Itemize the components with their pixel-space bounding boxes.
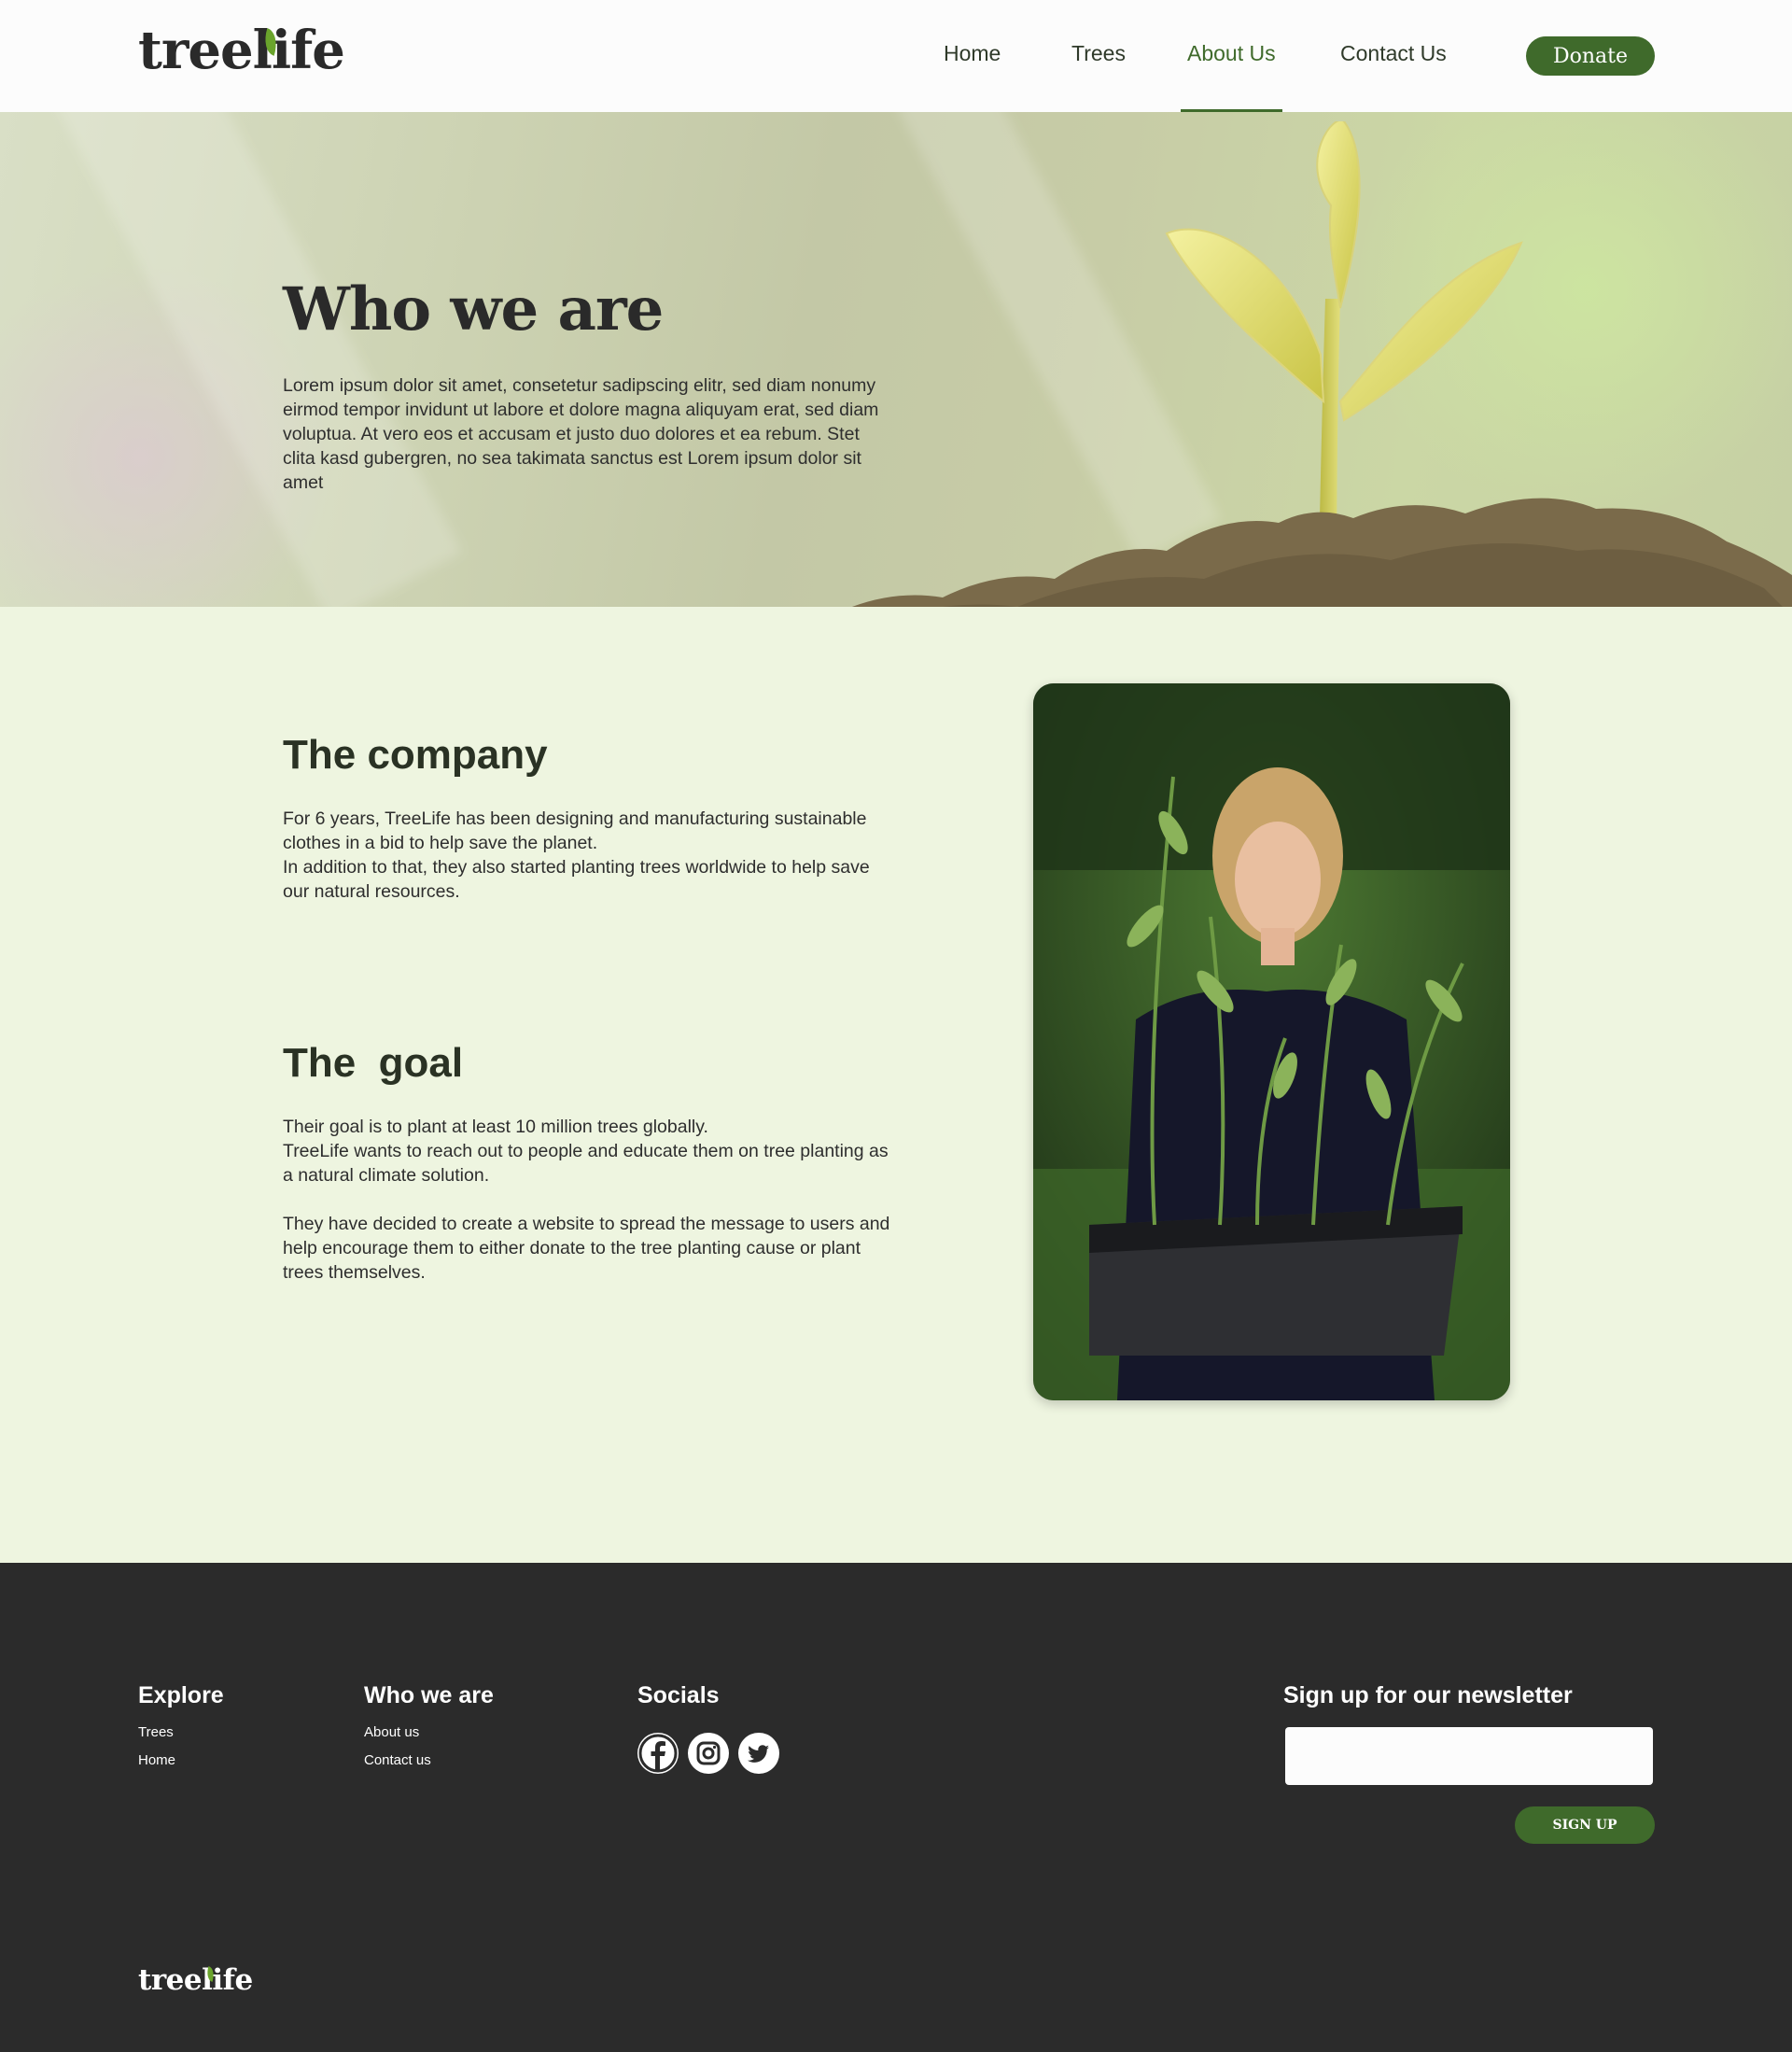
company-title: The company <box>283 732 548 778</box>
company-paragraph: For 6 years, TreeLife has been designing… <box>283 808 867 853</box>
company-text: For 6 years, TreeLife has been designing… <box>283 807 899 904</box>
woman-with-seedlings-photo <box>1033 683 1510 1400</box>
goal-paragraph: TreeLife wants to reach out to people an… <box>283 1141 889 1186</box>
hero-text: Lorem ipsum dolor sit amet, consetetur s… <box>283 375 879 493</box>
nav-item-about-us[interactable]: About Us <box>1187 41 1276 66</box>
goal-text: Their goal is to plant at least 10 milli… <box>283 1115 899 1285</box>
footer-socials-title: Socials <box>637 1682 720 1708</box>
goal-paragraph: Their goal is to plant at least 10 milli… <box>283 1117 708 1137</box>
about-content: The company For 6 years, TreeLife has be… <box>0 607 1792 1563</box>
hero-section: Who we are Lorem ipsum dolor sit amet, c… <box>0 112 1792 607</box>
footer-who-title: Who we are <box>364 1682 494 1708</box>
company-paragraph: In addition to that, they also started p… <box>283 857 870 902</box>
site-header: treelife Home Trees About Us Contact Us … <box>0 0 1792 113</box>
logo-text: treelife <box>138 20 345 81</box>
soil-image <box>852 498 1792 607</box>
nav-item-home[interactable]: Home <box>944 41 1001 66</box>
treelife-logo[interactable]: treelife <box>138 24 345 77</box>
newsletter-email-input[interactable] <box>1285 1727 1653 1785</box>
twitter-icon[interactable] <box>738 1733 779 1774</box>
footer-link-about-us[interactable]: About us <box>364 1724 419 1740</box>
footer-logo[interactable]: treelife <box>138 1966 253 1995</box>
goal-paragraph: They have decided to create a website to… <box>283 1214 890 1283</box>
newsletter-title: Sign up for our newsletter <box>1283 1682 1573 1708</box>
hero-title: Who we are <box>283 274 664 344</box>
nav-item-trees[interactable]: Trees <box>1071 41 1126 66</box>
facebook-icon[interactable] <box>637 1733 679 1774</box>
site-footer: Explore Trees Home Who we are About us C… <box>0 1563 1792 2052</box>
donate-button[interactable]: Donate <box>1526 36 1655 76</box>
footer-link-trees[interactable]: Trees <box>138 1724 174 1740</box>
goal-title: The goal <box>283 1040 464 1086</box>
footer-link-home[interactable]: Home <box>138 1752 175 1768</box>
nav-item-contact-us[interactable]: Contact Us <box>1340 41 1447 66</box>
footer-explore-title: Explore <box>138 1682 224 1708</box>
footer-link-contact-us[interactable]: Contact us <box>364 1752 431 1768</box>
signup-button[interactable]: SIGN UP <box>1515 1806 1655 1844</box>
footer-logo-text: treelife <box>138 1963 253 1997</box>
instagram-icon[interactable] <box>688 1733 729 1774</box>
